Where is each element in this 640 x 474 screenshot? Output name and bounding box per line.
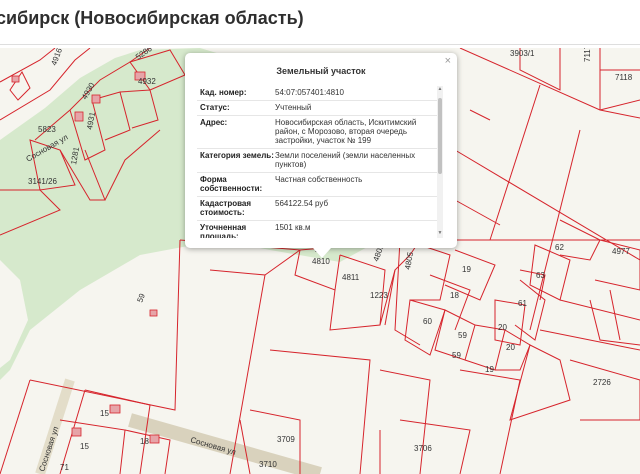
parcel-label: 7117 [583, 48, 592, 62]
info-value: Учтенный [275, 103, 312, 112]
info-row-cadastral-value: Кадастровая стоимость: 564122.54 руб [197, 197, 437, 221]
parcel-label: 7118 [615, 73, 633, 82]
info-key: Кад. номер: [200, 88, 247, 97]
info-value: 1501 кв.м [275, 223, 311, 232]
info-key: Форма собственности: [200, 175, 263, 193]
parcel-label: 59 [458, 331, 467, 340]
parcel-label: 60 [423, 317, 432, 326]
street-label: Сосновая ул [37, 425, 60, 473]
parcel-label: 59 [135, 292, 147, 304]
parcel-label: 63 [536, 271, 545, 280]
parcel-label: 4977 [612, 247, 630, 256]
info-row-cadastral-number: Кад. номер: 54:07:057401:4810 [197, 86, 437, 101]
scroll-thumb[interactable] [438, 98, 442, 174]
parcel-label: 59 [452, 351, 461, 360]
info-value: Новосибирская область, Искитимский район… [275, 118, 417, 145]
info-value: 54:07:057401:4810 [275, 88, 344, 97]
parcel-label: 18 [140, 437, 149, 446]
info-row-ownership: Форма собственности: Частная собственнос… [197, 173, 437, 197]
parcel-label: 15 [100, 409, 109, 418]
info-key: Категория земель: [200, 151, 274, 160]
info-key: Адрес: [200, 118, 228, 127]
page-title: сибирск (Новосибирская область) [0, 8, 304, 28]
info-key: Уточненная площадь: [200, 223, 247, 238]
scroll-up-arrow-icon[interactable]: ▲ [437, 86, 443, 94]
scroll-down-arrow-icon[interactable]: ▼ [437, 230, 443, 238]
parcel-info-table[interactable]: Кад. номер: 54:07:057401:4810 Статус: Уч… [197, 86, 437, 238]
parcel-info-popup: Земельный участок × Кад. номер: 54:07:05… [185, 53, 457, 258]
info-row-land-category: Категория земель: Земли поселений (земли… [197, 149, 437, 173]
parcel-label: 20 [506, 343, 515, 352]
parcel-label: 20 [498, 323, 507, 332]
parcel-label: 4932 [138, 77, 156, 86]
parcel-label: 2726 [593, 378, 611, 387]
parcel-label: 18 [450, 291, 459, 300]
parcel-label: 19 [485, 365, 494, 374]
popup-pointer [313, 248, 331, 258]
info-key: Кадастровая стоимость: [200, 199, 252, 217]
parcel-label: 15 [80, 442, 89, 451]
popup-title: Земельный участок [276, 66, 366, 76]
info-row-area: Уточненная площадь: 1501 кв.м [197, 221, 437, 238]
close-icon[interactable]: × [445, 55, 451, 67]
parcel-label: 3709 [277, 435, 295, 444]
parcel-label: 4805 [403, 251, 415, 271]
parcel-label: 71 [60, 463, 69, 472]
parcel-label: 19 [462, 265, 471, 274]
info-value: Частная собственность [275, 175, 363, 184]
header: сибирск (Новосибирская область) [0, 0, 640, 45]
parcel-label: 5823 [38, 125, 56, 134]
parcel-label: 4810 [312, 257, 330, 266]
popup-scrollbar[interactable]: ▲ ▼ [437, 86, 443, 238]
parcel-label: 61 [518, 299, 527, 308]
parcel-label: 4811 [342, 273, 360, 282]
info-value: Земли поселений (земли населенных пункто… [275, 151, 416, 169]
parcel-label: 3710 [259, 460, 277, 469]
parcel-label: 3903/1 [510, 49, 535, 58]
parcel-label: 3141/26 [28, 177, 57, 186]
info-value: 564122.54 руб [275, 199, 329, 208]
info-key: Статус: [200, 103, 230, 112]
parcel-label: 62 [555, 243, 564, 252]
info-row-address: Адрес: Новосибирская область, Искитимски… [197, 116, 437, 149]
info-row-status: Статус: Учтенный [197, 101, 437, 116]
parcel-label: 3706 [414, 444, 432, 453]
parcel-label: 1223 [370, 291, 388, 300]
